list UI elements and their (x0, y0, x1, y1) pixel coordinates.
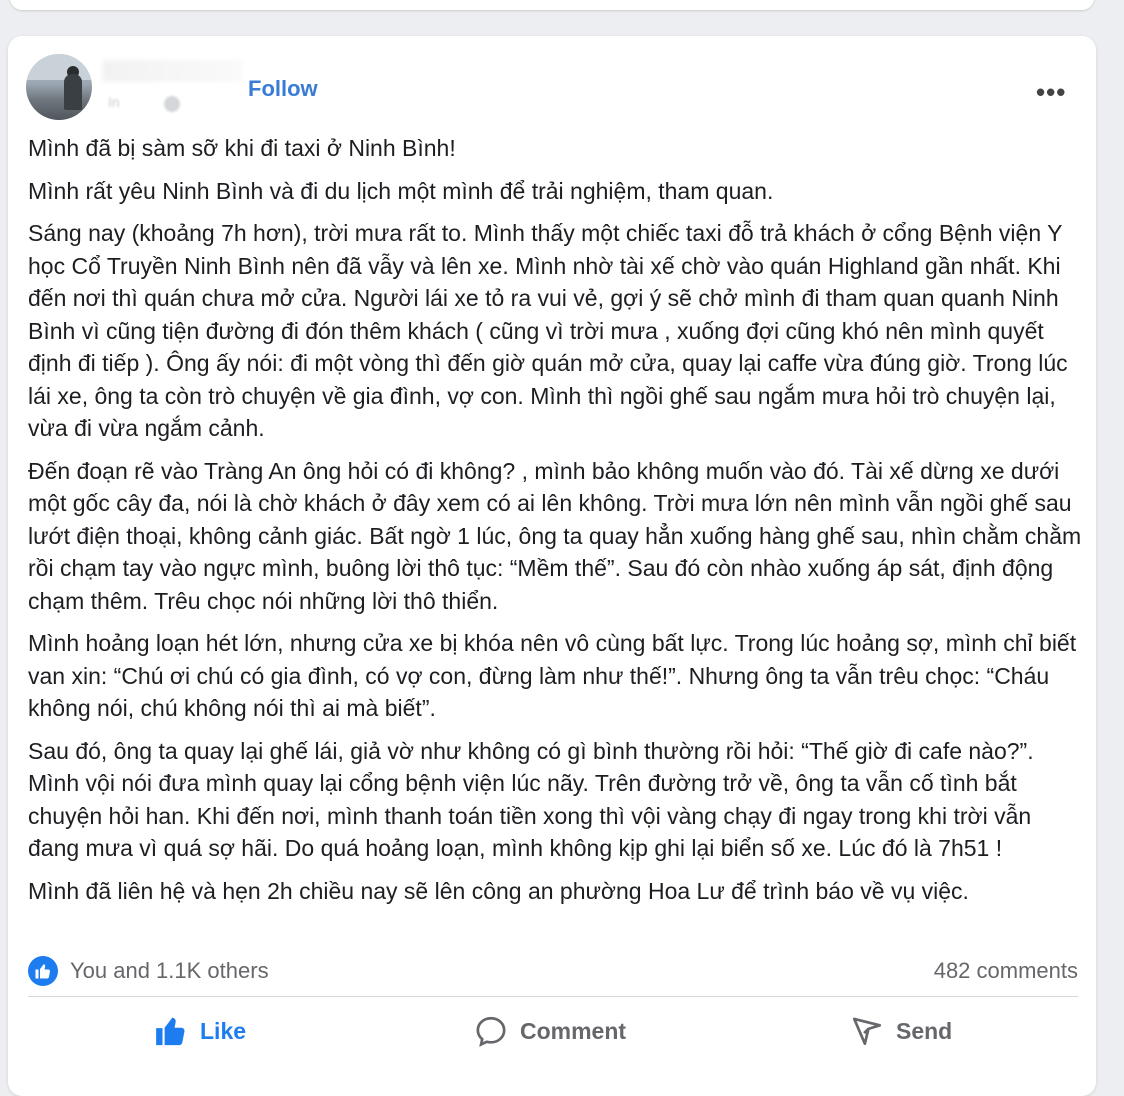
post-paragraph: Sáng nay (khoảng 7h hơn), trời mưa rất t… (28, 220, 1068, 441)
post-stats: You and 1.1K others 482 comments (28, 954, 1078, 986)
follow-button[interactable]: Follow (248, 76, 318, 102)
avatar-sky (26, 54, 92, 80)
comment-button[interactable]: Comment (474, 1006, 626, 1056)
post-paragraph: Mình rất yêu Ninh Bình và đi du lịch một… (28, 177, 774, 204)
like-label: Like (200, 1017, 247, 1044)
post-paragraph: Mình đã bị sàm sỡ khi đi taxi ở Ninh Bìn… (28, 135, 456, 161)
post-meta-redacted: In (108, 94, 120, 110)
post-card: Follow In ••• Mình đã bị sàm sỡ khi đi t… (8, 36, 1096, 1096)
post-paragraph: Sau đó, ông ta quay lại ghế lái, giả vờ … (28, 737, 1034, 862)
post-paragraph: Mình hoảng loạn hét lớn, nhưng cửa xe bị… (28, 630, 1077, 721)
thumbs-up-icon (156, 1017, 185, 1046)
comments-count[interactable]: 482 comments (934, 958, 1078, 984)
post-paragraph: Đến đoạn rẽ vào Tràng An ông hỏi có đi k… (28, 457, 1082, 614)
avatar-figure (64, 74, 82, 110)
like-button[interactable]: Like (154, 1006, 246, 1056)
send-label: Send (896, 1017, 953, 1044)
more-options-icon[interactable]: ••• (1036, 79, 1066, 105)
comment-label: Comment (520, 1017, 627, 1044)
author-name-redacted[interactable] (102, 60, 242, 82)
reactions-summary[interactable]: You and 1.1K others (70, 958, 269, 984)
post-actions: Like Comment Send (28, 1006, 1078, 1056)
previous-post-card (10, 0, 1094, 10)
send-icon (852, 1017, 882, 1046)
post-content: Mình đã bị sàm sỡ khi đi taxi ở Ninh Bìn… (28, 132, 1088, 917)
audience-icon (164, 96, 180, 112)
avatar[interactable] (26, 54, 92, 120)
send-button[interactable]: Send (850, 1006, 952, 1056)
post-paragraph: Mình đã liên hệ và hẹn 2h chiều nay sẽ l… (28, 877, 969, 904)
like-badge-icon[interactable] (28, 956, 58, 986)
post-header: Follow In ••• (26, 54, 1076, 124)
comment-bubble-icon (476, 1016, 506, 1047)
actions-divider (28, 996, 1078, 997)
